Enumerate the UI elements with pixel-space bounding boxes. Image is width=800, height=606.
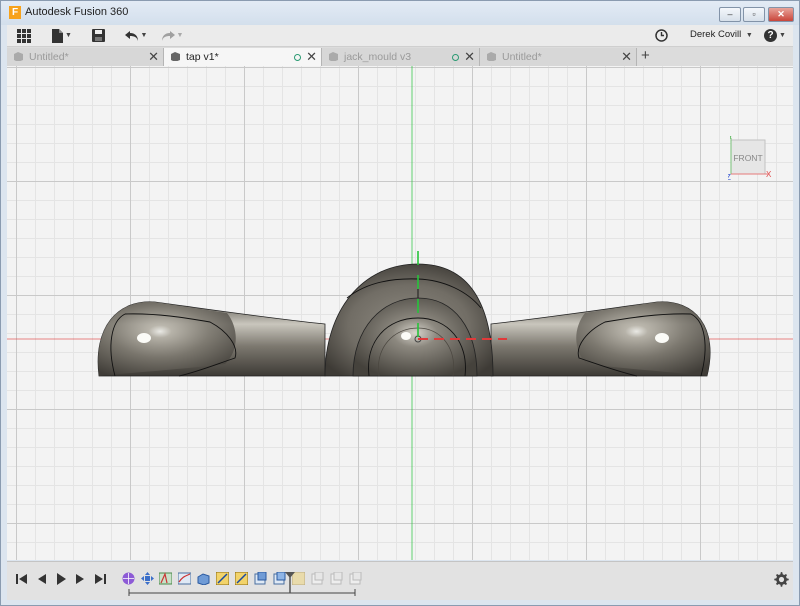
- tab-label: Untitled*: [29, 51, 69, 63]
- status-dot-icon: [294, 54, 301, 61]
- tab-tap-v1[interactable]: tap v1* ✕: [164, 48, 322, 67]
- data-panel-button[interactable]: [15, 27, 33, 44]
- file-menu-button[interactable]: ▼: [50, 27, 74, 44]
- help-button[interactable]: ? ▼: [761, 27, 789, 44]
- axis-z-label: Z: [728, 173, 731, 180]
- document-box-icon: [171, 52, 180, 61]
- 3d-viewport[interactable]: FRONT Y X Z: [7, 66, 793, 560]
- user-name: Derek Covill: [690, 29, 742, 40]
- app-window: F Autodesk Fusion 360 ‒ ▫ ✕ ▼ ▼ ▼ Derek …: [0, 0, 800, 606]
- redo-button[interactable]: ▼: [158, 27, 186, 44]
- gear-icon[interactable]: [773, 571, 789, 587]
- window-title: Autodesk Fusion 360: [25, 6, 129, 18]
- tab-untitled-1[interactable]: Untitled* ✕: [7, 48, 164, 66]
- axis-x-label: X: [766, 170, 772, 179]
- app-grid-icon: [17, 28, 31, 43]
- application-toolbar: ▼ ▼ ▼ Derek Covill ▼ ? ▼: [7, 25, 793, 47]
- step-forward-icon[interactable]: [73, 572, 87, 586]
- help-icon: ?: [764, 29, 778, 42]
- skip-to-start-icon[interactable]: [15, 572, 29, 586]
- undo-button[interactable]: ▼: [122, 27, 150, 44]
- timeline-bar: [7, 561, 793, 600]
- chevron-down-icon: ▼: [779, 32, 786, 39]
- save-button[interactable]: [90, 27, 106, 44]
- chevron-down-icon: ▼: [65, 32, 72, 39]
- title-bar: F Autodesk Fusion 360 ‒ ▫ ✕: [1, 1, 799, 25]
- document-box-icon: [487, 52, 496, 61]
- user-account-menu[interactable]: Derek Covill ▼: [690, 29, 753, 40]
- tab-close-icon[interactable]: ✕: [148, 49, 159, 65]
- clock-icon: [654, 29, 668, 42]
- tab-untitled-2[interactable]: Untitled* ✕: [480, 48, 637, 66]
- fusion-logo-icon: F: [9, 6, 21, 19]
- tab-close-icon[interactable]: ✕: [464, 49, 475, 65]
- close-button[interactable]: ✕: [768, 7, 794, 22]
- new-tab-button[interactable]: +: [641, 47, 650, 64]
- tab-label: jack_mould v3: [344, 51, 412, 63]
- play-icon[interactable]: [54, 572, 68, 586]
- status-dot-icon: [452, 54, 459, 61]
- redo-icon: [161, 30, 175, 41]
- document-box-icon: [329, 52, 338, 61]
- chevron-down-icon: ▼: [140, 32, 148, 39]
- view-cube[interactable]: FRONT Y X Z: [728, 136, 772, 180]
- model-canvas: [7, 66, 793, 560]
- timeline-track[interactable]: [127, 568, 367, 596]
- tab-label: Untitled*: [502, 51, 542, 63]
- file-icon: [52, 28, 64, 43]
- view-cube-front-label: FRONT: [733, 153, 762, 163]
- job-status-button[interactable]: [653, 27, 669, 44]
- tab-close-icon[interactable]: ✕: [306, 49, 317, 65]
- chevron-down-icon: ▼: [176, 32, 184, 39]
- document-box-icon: [14, 52, 23, 61]
- tap-handle-model[interactable]: [97, 251, 711, 377]
- save-icon: [91, 29, 105, 42]
- maximize-button[interactable]: ▫: [743, 7, 765, 22]
- step-back-icon[interactable]: [35, 572, 49, 586]
- tab-jack-mould-v3[interactable]: jack_mould v3 ✕: [322, 48, 480, 66]
- tab-label: tap v1*: [186, 51, 219, 63]
- undo-icon: [124, 30, 138, 41]
- axis-y-label: Y: [728, 136, 734, 141]
- minimize-button[interactable]: ‒: [719, 7, 741, 22]
- skip-to-end-icon[interactable]: [93, 572, 107, 586]
- document-tab-bar: Untitled* ✕ tap v1* ✕ jack_mould v3 ✕ Un…: [7, 47, 793, 67]
- chevron-down-icon: ▼: [745, 32, 753, 39]
- tab-close-icon[interactable]: ✕: [621, 49, 632, 65]
